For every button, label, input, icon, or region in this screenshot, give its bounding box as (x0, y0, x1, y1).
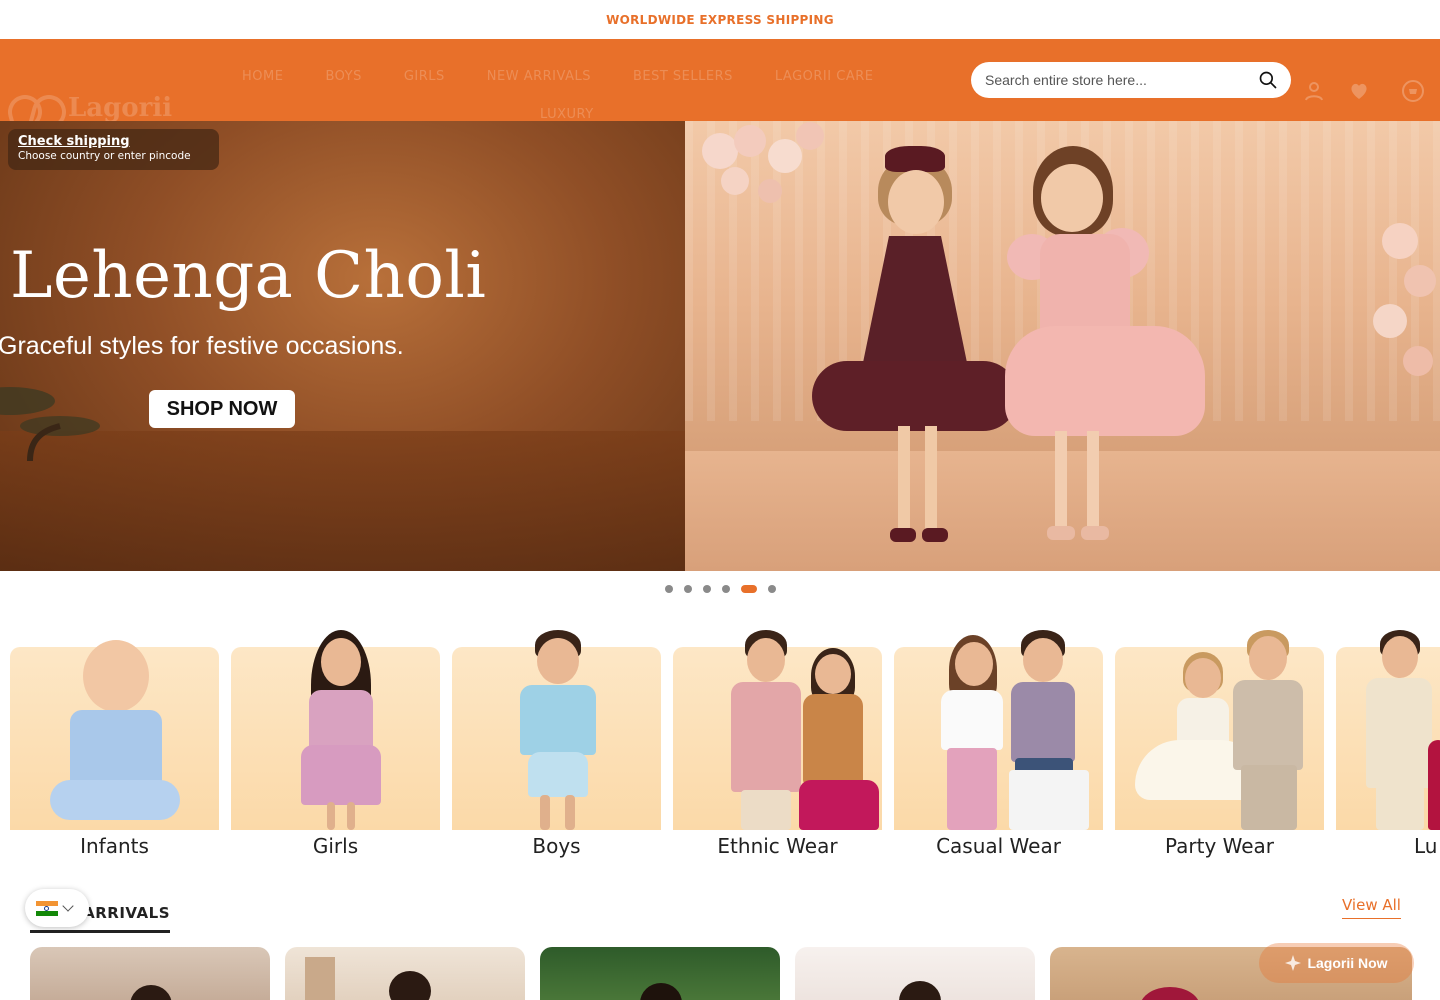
carousel-dot[interactable] (722, 585, 730, 593)
carousel-dot[interactable] (703, 585, 711, 593)
country-selector[interactable] (25, 889, 89, 927)
carousel-dot-active[interactable] (741, 585, 757, 593)
product-card[interactable] (795, 947, 1035, 1000)
main-nav: HOME BOYS GIRLS NEW ARRIVALS BEST SELLER… (242, 69, 873, 84)
category-label[interactable]: Lu (1336, 834, 1440, 858)
bonsai-tree-icon (0, 387, 100, 461)
check-shipping-subtitle: Choose country or enter pincode (18, 150, 191, 162)
lagorii-now-label: Lagorii Now (1307, 955, 1388, 971)
nav-item-girls[interactable]: GIRLS (404, 69, 445, 84)
logo[interactable]: Lagorii (6, 91, 172, 125)
nav-item-home[interactable]: HOME (242, 69, 283, 84)
category-image (1356, 630, 1440, 830)
cart-icon[interactable] (1401, 79, 1425, 103)
category-label[interactable]: Party Wear (1115, 834, 1324, 858)
check-shipping-widget[interactable]: Check shipping Choose country or enter p… (8, 129, 219, 170)
carousel-dot[interactable] (768, 585, 776, 593)
view-all-link[interactable]: View All (1342, 896, 1401, 919)
product-card[interactable] (285, 947, 525, 1000)
category-label[interactable]: Boys (452, 834, 661, 858)
lagorii-now-chat-button[interactable]: Lagorii Now (1259, 943, 1414, 983)
category-label[interactable]: Infants (10, 834, 219, 858)
announcement-text: WORLDWIDE EXPRESS SHIPPING (606, 12, 834, 27)
hero-banner[interactable]: Lehenga Choli Graceful styles for festiv… (0, 121, 1440, 571)
category-card-girls[interactable] (231, 630, 440, 830)
sparkle-icon (1285, 955, 1302, 971)
category-card-party-wear[interactable] (1115, 630, 1324, 830)
product-image (640, 983, 682, 1000)
model-girl-burgundy (810, 136, 1020, 556)
search-icon[interactable] (1258, 70, 1278, 90)
user-icon[interactable] (1302, 79, 1326, 103)
category-label[interactable]: Ethnic Wear (673, 834, 882, 858)
product-card[interactable] (540, 947, 780, 1000)
flowers-decoration-right (1373, 223, 1436, 376)
shop-now-button[interactable]: SHOP NOW (149, 390, 295, 428)
category-image (929, 630, 1089, 830)
nav-item-luxury[interactable]: LUXURY (540, 107, 594, 122)
site-header: Lagorii HOME BOYS GIRLS NEW ARRIVALS BES… (0, 39, 1440, 123)
heart-icon[interactable] (1347, 79, 1371, 103)
india-flag-icon (36, 900, 58, 916)
category-card-ethnic-wear[interactable] (673, 630, 882, 830)
announcement-bar: WORLDWIDE EXPRESS SHIPPING (0, 0, 1440, 39)
model-girl-pink (995, 146, 1215, 556)
logo-text: Lagorii (68, 93, 173, 123)
product-card[interactable] (30, 947, 270, 1000)
hero-title: Lehenga Choli (10, 239, 487, 313)
category-image (1125, 630, 1315, 830)
product-image (899, 981, 941, 1000)
category-image (291, 630, 391, 830)
nav-item-new-arrivals[interactable]: NEW ARRIVALS (487, 69, 591, 84)
product-image (389, 971, 431, 1000)
category-image (510, 630, 605, 830)
carousel-dots (665, 585, 776, 593)
category-card-infants[interactable] (10, 640, 219, 830)
logo-mark-icon (6, 91, 64, 125)
carousel-dot[interactable] (665, 585, 673, 593)
category-card-casual-wear[interactable] (894, 630, 1103, 830)
category-label[interactable]: Girls (231, 834, 440, 858)
check-shipping-link[interactable]: Check shipping (18, 134, 209, 149)
product-image (305, 957, 335, 1000)
category-image (50, 630, 180, 830)
category-image (703, 630, 883, 830)
category-card-boys[interactable] (452, 630, 661, 830)
nav-item-boys[interactable]: BOYS (325, 69, 361, 84)
nav-item-best-sellers[interactable]: BEST SELLERS (633, 69, 733, 84)
product-image (1140, 987, 1200, 1000)
product-image (130, 985, 172, 1000)
main-nav-row-2: LUXURY (540, 103, 594, 122)
hero-subtitle: Graceful styles for festive occasions. (0, 332, 404, 360)
nav-item-lagorii-care[interactable]: LAGORII CARE (775, 69, 874, 84)
chevron-down-icon (62, 900, 74, 912)
search-input[interactable] (985, 72, 1245, 88)
search-bar (971, 62, 1291, 98)
category-label[interactable]: Casual Wear (894, 834, 1103, 858)
carousel-dot[interactable] (684, 585, 692, 593)
category-card-luxury[interactable] (1336, 630, 1440, 830)
